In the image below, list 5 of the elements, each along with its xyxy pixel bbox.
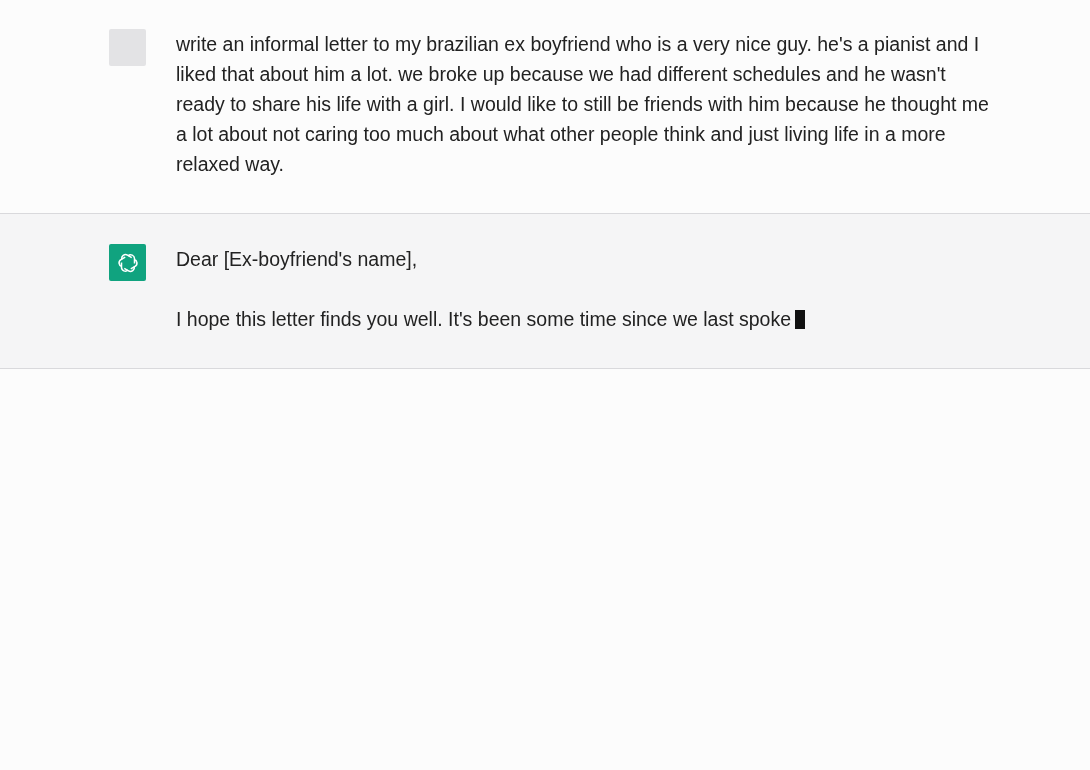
user-avatar: [109, 29, 146, 66]
assistant-logo-icon: [109, 244, 146, 281]
message-text: write an informal letter to my brazilian ex boyfriend who is a very nice guy. he's a pianist and I liked that about him a lot. we broke up because we had different schedules and he wasn't ready to share his life with a girl. I would like to still be friends with him because he thought me a lot about not caring too much about what other people think and just living life in a more relaxed way.: [176, 32, 990, 177]
message-text: I hope this letter finds you well. It's been some time since we last spoke: [176, 307, 792, 332]
message-text: Dear [Ex-boyfriend's name],: [176, 247, 419, 272]
